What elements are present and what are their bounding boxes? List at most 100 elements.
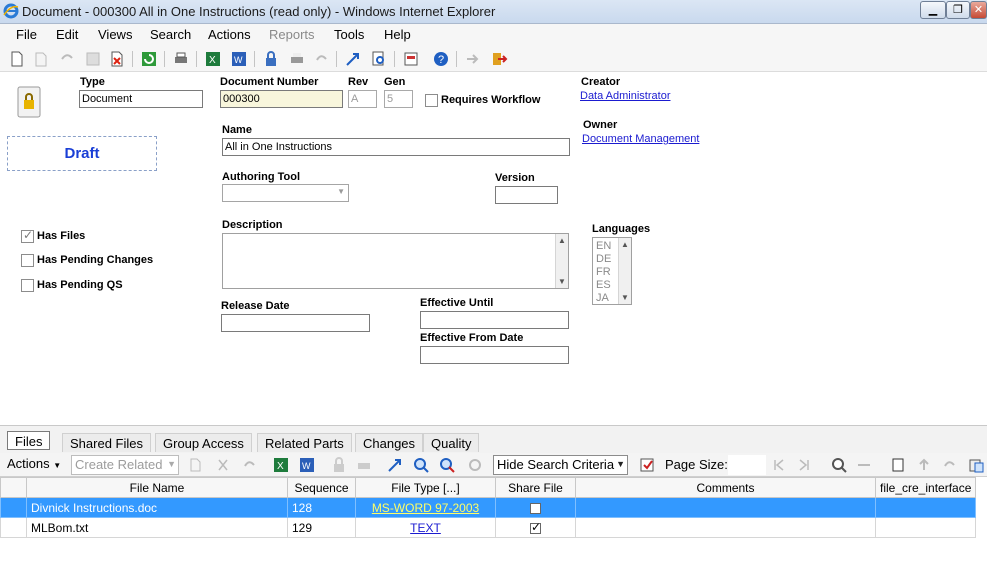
refresh-icon[interactable] bbox=[140, 50, 158, 68]
description-scrollbar[interactable]: ▲ ▼ bbox=[555, 234, 568, 288]
minimize-button[interactable]: ▁ bbox=[920, 1, 946, 19]
save-icon[interactable] bbox=[84, 50, 102, 68]
tab-quality[interactable]: Quality bbox=[423, 433, 480, 452]
cut-icon[interactable] bbox=[214, 456, 232, 474]
new-icon[interactable] bbox=[8, 50, 26, 68]
search-doc-icon[interactable] bbox=[370, 50, 388, 68]
column-header-comments[interactable]: Comments bbox=[575, 477, 876, 498]
cell-sequence[interactable]: 129 bbox=[287, 517, 356, 538]
language-option[interactable]: EN bbox=[596, 240, 611, 253]
maximize-button[interactable]: ❐ bbox=[946, 1, 970, 19]
menu-help[interactable]: Help bbox=[384, 27, 411, 42]
move-back-icon[interactable] bbox=[940, 456, 958, 474]
new-row-icon[interactable] bbox=[186, 456, 204, 474]
move-up-icon[interactable] bbox=[915, 456, 933, 474]
undo-icon[interactable] bbox=[58, 50, 76, 68]
file-type-link[interactable]: TEXT bbox=[410, 521, 441, 535]
menu-edit[interactable]: Edit bbox=[56, 27, 78, 42]
reset-icon[interactable] bbox=[466, 456, 484, 474]
share-file-checkbox[interactable] bbox=[530, 520, 541, 534]
has-files-checkbox[interactable] bbox=[21, 228, 34, 243]
table-row[interactable]: MLBom.txt 129 TEXT bbox=[0, 517, 977, 538]
undo-arrow-icon[interactable] bbox=[312, 50, 330, 68]
row-indicator[interactable] bbox=[0, 497, 27, 518]
menu-file[interactable]: File bbox=[16, 27, 37, 42]
print-preview-icon[interactable] bbox=[288, 50, 306, 68]
hide-search-criteria-select[interactable]: Hide Search Criteria ▼ bbox=[493, 455, 628, 475]
row-indicator[interactable] bbox=[0, 517, 27, 538]
language-option[interactable]: FR bbox=[596, 266, 611, 279]
has-pending-qs-checkbox[interactable] bbox=[21, 279, 34, 292]
document-number-field[interactable]: 000300 bbox=[220, 90, 343, 108]
word-icon[interactable]: W bbox=[230, 50, 248, 68]
menu-search[interactable]: Search bbox=[150, 27, 191, 42]
release-date-field[interactable] bbox=[221, 314, 370, 332]
copy-icon[interactable] bbox=[890, 456, 908, 474]
name-field[interactable]: All in One Instructions bbox=[222, 138, 570, 156]
menu-views[interactable]: Views bbox=[98, 27, 132, 42]
has-pending-changes-checkbox[interactable] bbox=[21, 254, 34, 267]
exit-icon[interactable] bbox=[490, 50, 508, 68]
excel-icon[interactable]: X bbox=[204, 50, 222, 68]
languages-scrollbar[interactable]: ▲ ▼ bbox=[618, 238, 631, 304]
cell-file-cre-interface[interactable] bbox=[874, 517, 977, 538]
grid-promote-icon[interactable] bbox=[386, 456, 404, 474]
cell-comments[interactable] bbox=[575, 497, 876, 518]
creator-link[interactable]: Data Administrator bbox=[580, 90, 670, 102]
grid-word-icon[interactable]: W bbox=[298, 456, 316, 474]
grid-excel-icon[interactable]: X bbox=[272, 456, 290, 474]
paste-icon[interactable] bbox=[967, 456, 985, 474]
open-icon[interactable] bbox=[32, 50, 50, 68]
column-header-file-cre-interface[interactable]: file_cre_interface bbox=[874, 477, 977, 498]
column-header-sequence[interactable]: Sequence bbox=[287, 477, 356, 498]
description-textarea[interactable]: ▲ ▼ bbox=[222, 233, 569, 289]
preview-icon[interactable] bbox=[830, 456, 848, 474]
last-page-icon[interactable] bbox=[795, 456, 813, 474]
column-header-file-type[interactable]: File Type [...] bbox=[355, 477, 496, 498]
grid-lock-icon[interactable] bbox=[330, 456, 348, 474]
search-icon[interactable] bbox=[412, 456, 430, 474]
link-icon[interactable] bbox=[855, 456, 873, 474]
version-field[interactable] bbox=[495, 186, 558, 204]
cell-file-name[interactable]: Divnick Instructions.doc bbox=[26, 497, 288, 518]
rev-field[interactable]: A bbox=[348, 90, 377, 108]
cell-share-file[interactable] bbox=[495, 517, 576, 538]
print-icon[interactable] bbox=[172, 50, 190, 68]
clear-search-icon[interactable] bbox=[438, 456, 456, 474]
cell-file-name[interactable]: MLBom.txt bbox=[26, 517, 288, 538]
report-icon[interactable] bbox=[402, 50, 420, 68]
cell-file-type[interactable]: MS-WORD 97-2003 bbox=[355, 497, 496, 518]
tab-changes[interactable]: Changes bbox=[355, 433, 424, 452]
tab-files[interactable]: Files bbox=[7, 431, 51, 450]
cell-share-file[interactable] bbox=[495, 497, 576, 518]
first-page-icon[interactable] bbox=[770, 456, 788, 474]
create-related-select[interactable]: Create Related ▼ bbox=[71, 455, 179, 475]
delete-icon[interactable] bbox=[108, 50, 126, 68]
help-icon[interactable]: ? bbox=[432, 50, 450, 68]
language-option[interactable]: JA bbox=[596, 292, 611, 305]
cell-sequence[interactable]: 128 bbox=[287, 497, 356, 518]
promote-icon[interactable] bbox=[344, 50, 362, 68]
menu-reports[interactable]: Reports bbox=[269, 27, 315, 42]
menu-actions[interactable]: Actions bbox=[208, 27, 251, 42]
gen-field[interactable]: 5 bbox=[384, 90, 413, 108]
grid-print-icon[interactable] bbox=[355, 456, 373, 474]
language-option[interactable]: ES bbox=[596, 279, 611, 292]
table-row[interactable]: Divnick Instructions.doc 128 MS-WORD 97-… bbox=[0, 497, 977, 518]
column-header-share-file[interactable]: Share File bbox=[495, 477, 576, 498]
type-field[interactable]: Document bbox=[79, 90, 203, 108]
cell-file-type[interactable]: TEXT bbox=[355, 517, 496, 538]
language-option[interactable]: DE bbox=[596, 253, 611, 266]
tab-group-access[interactable]: Group Access bbox=[155, 433, 252, 452]
owner-link[interactable]: Document Management bbox=[582, 133, 699, 145]
effective-from-field[interactable] bbox=[420, 346, 569, 364]
column-header-file-name[interactable]: File Name bbox=[26, 477, 288, 498]
menu-tools[interactable]: Tools bbox=[334, 27, 364, 42]
cell-comments[interactable] bbox=[575, 517, 876, 538]
tab-shared-files[interactable]: Shared Files bbox=[62, 433, 151, 452]
languages-listbox[interactable]: EN DE FR ES JA ▲ ▼ bbox=[592, 237, 632, 305]
close-button[interactable]: ✕ bbox=[970, 1, 987, 19]
undo-row-icon[interactable] bbox=[240, 456, 258, 474]
tab-related-parts[interactable]: Related Parts bbox=[257, 433, 352, 452]
file-type-link[interactable]: MS-WORD 97-2003 bbox=[372, 501, 479, 515]
